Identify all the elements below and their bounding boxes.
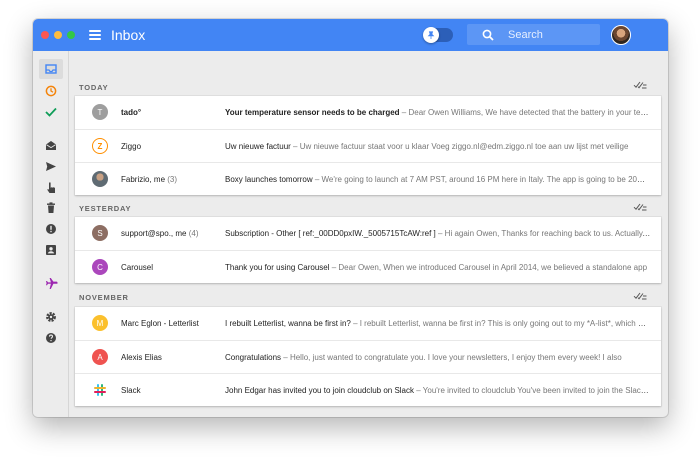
message-summary: Your temperature sensor needs to be char… bbox=[225, 108, 652, 117]
sender-name: Slack bbox=[121, 385, 141, 395]
sender-name: Carousel bbox=[121, 262, 154, 272]
page-title: Inbox bbox=[111, 27, 146, 43]
message-summary: Uw nieuwe factuur – Uw nieuwe factuur st… bbox=[225, 141, 629, 151]
search-box[interactable] bbox=[467, 24, 600, 45]
help-icon[interactable] bbox=[43, 330, 59, 346]
list-item[interactable]: A Alexis Elias Congratulations – Hello, … bbox=[75, 340, 661, 373]
avatar: C bbox=[92, 259, 108, 275]
snoozed-clock-icon[interactable] bbox=[43, 83, 59, 99]
list-item[interactable]: M Marc Eglon - Letterlist I rebuilt Lett… bbox=[75, 307, 661, 340]
sweep-done-icon[interactable] bbox=[633, 202, 647, 212]
section-label-november: NOVEMBER bbox=[79, 293, 129, 302]
sender-name: Marc Eglon - Letterlist bbox=[121, 319, 199, 328]
message-summary: John Edgar has invited you to join cloud… bbox=[225, 385, 652, 395]
sweep-done-icon[interactable] bbox=[633, 80, 647, 90]
message-summary: Subscription - Other [ ref:_00DD0pxIW._5… bbox=[225, 229, 652, 238]
message-summary: Boxy launches tomorrow – We're going to … bbox=[225, 174, 652, 184]
avatar bbox=[92, 171, 108, 187]
sender-name: tado° bbox=[121, 108, 142, 117]
slack-logo-icon bbox=[92, 382, 108, 398]
window-controls bbox=[41, 31, 75, 39]
drafts-icon[interactable] bbox=[43, 137, 59, 153]
avatar: T bbox=[92, 104, 108, 120]
search-icon bbox=[482, 29, 494, 41]
list-item[interactable]: Slack John Edgar has invited you to join… bbox=[75, 373, 661, 406]
avatar: M bbox=[92, 315, 108, 331]
bundle-yesterday: S support@spo., me (4) Subscription - Ot… bbox=[75, 217, 661, 283]
message-summary: I rebuilt Letterlist, wanna be first in?… bbox=[225, 319, 652, 328]
message-summary: Congratulations – Hello, just wanted to … bbox=[225, 352, 622, 362]
done-check-icon[interactable] bbox=[43, 104, 59, 120]
list-item[interactable]: C Carousel Thank you for using Carousel … bbox=[75, 250, 661, 283]
app-window: Inbox Search TODAY T tado° Your temperat… bbox=[33, 19, 668, 417]
section-label-today: TODAY bbox=[79, 83, 109, 92]
message-summary: Thank you for using Carousel – Dear Owen… bbox=[225, 262, 648, 272]
avatar: A bbox=[92, 349, 108, 365]
list-item[interactable]: S support@spo., me (4) Subscription - Ot… bbox=[75, 217, 661, 250]
sender-name: Fabrizio, me (3) bbox=[121, 174, 178, 184]
settings-gear-icon[interactable] bbox=[43, 309, 59, 325]
sender-name: Ziggo bbox=[121, 141, 142, 151]
travel-plane-icon[interactable] bbox=[43, 276, 59, 292]
inbox-icon[interactable] bbox=[39, 59, 63, 79]
list-item[interactable]: Z Ziggo Uw nieuwe factuur – Uw nieuwe fa… bbox=[75, 129, 661, 162]
list-item[interactable]: Fabrizio, me (3) Boxy launches tomorrow … bbox=[75, 162, 661, 195]
contacts-icon[interactable] bbox=[43, 242, 59, 258]
sweep-done-icon[interactable] bbox=[633, 291, 647, 301]
reminders-icon[interactable] bbox=[43, 179, 59, 195]
menu-icon[interactable] bbox=[89, 30, 101, 40]
sent-icon[interactable] bbox=[43, 158, 59, 174]
minimize-window-button[interactable] bbox=[54, 31, 62, 39]
list-item[interactable]: T tado° Your temperature sensor needs to… bbox=[75, 96, 661, 129]
avatar: Z bbox=[92, 138, 108, 154]
zoom-window-button[interactable] bbox=[67, 31, 75, 39]
avatar: S bbox=[92, 225, 108, 241]
trash-icon[interactable] bbox=[43, 200, 59, 216]
close-window-button[interactable] bbox=[41, 31, 49, 39]
sender-name: Alexis Elias bbox=[121, 352, 162, 362]
search-input[interactable] bbox=[508, 28, 588, 41]
inbox-list: TODAY T tado° Your temperature sensor ne… bbox=[70, 51, 668, 417]
sidebar bbox=[33, 51, 69, 417]
pinned-toggle[interactable] bbox=[423, 27, 453, 43]
spam-icon[interactable] bbox=[43, 221, 59, 237]
section-label-yesterday: YESTERDAY bbox=[79, 204, 132, 213]
sender-name: support@spo., me (4) bbox=[121, 229, 199, 238]
bundle-today: T tado° Your temperature sensor needs to… bbox=[75, 96, 661, 195]
account-avatar[interactable] bbox=[611, 25, 631, 45]
title-bar: Inbox bbox=[33, 19, 668, 51]
bundle-november: M Marc Eglon - Letterlist I rebuilt Lett… bbox=[75, 307, 661, 406]
pin-icon bbox=[423, 27, 439, 43]
